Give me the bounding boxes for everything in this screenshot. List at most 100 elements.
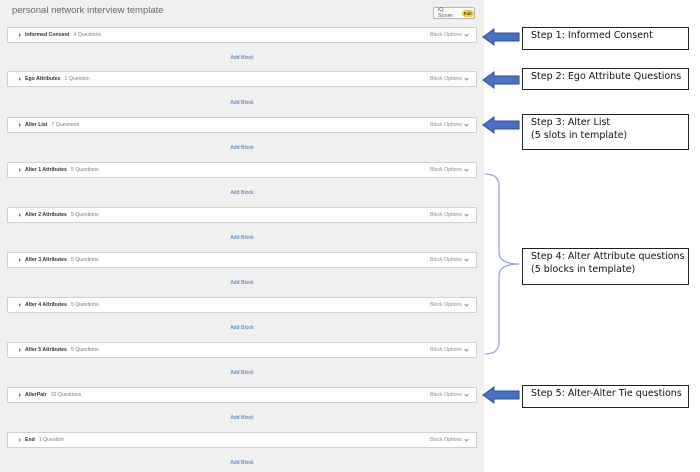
step-2-text: Step 2: Ego Attribute Questions bbox=[531, 71, 682, 82]
chevron-down-icon bbox=[464, 166, 469, 172]
left-arrow-icon bbox=[482, 71, 520, 89]
chevron-down-icon bbox=[464, 346, 469, 352]
block-name: Alter 4 Attributes bbox=[25, 302, 67, 308]
block-options-label: Block Options bbox=[429, 437, 462, 443]
chevron-down-icon bbox=[464, 121, 469, 127]
block-options-button[interactable]: Block Options bbox=[429, 31, 469, 38]
add-block-link[interactable]: Add Block bbox=[0, 190, 484, 196]
step-2-annotation: Step 2: Ego Attribute Questions bbox=[522, 68, 689, 90]
block-name: Alter 3 Attributes bbox=[25, 257, 67, 263]
add-block-link[interactable]: Add Block bbox=[0, 235, 484, 241]
block-question-count: 4 Questions bbox=[73, 32, 102, 38]
expand-caret-icon[interactable] bbox=[19, 33, 21, 37]
block-question-count: 5 Questions bbox=[70, 302, 99, 308]
block-options-button[interactable]: Block Options bbox=[429, 391, 469, 398]
block-options-button[interactable]: Block Options bbox=[429, 346, 469, 353]
chevron-down-icon bbox=[464, 301, 469, 307]
block-question-count: 1 Question bbox=[38, 437, 64, 443]
iq-score-badge[interactable]: iQ Score: Fair bbox=[433, 7, 475, 19]
step-5-text: Step 5: Alter-Alter Tie questions bbox=[531, 388, 682, 399]
expand-caret-icon[interactable] bbox=[19, 258, 21, 262]
block-name: Alter 2 Attributes bbox=[25, 212, 67, 218]
add-block-link[interactable]: Add Block bbox=[0, 280, 484, 286]
chevron-down-icon bbox=[464, 256, 469, 262]
chevron-down-icon bbox=[464, 436, 469, 442]
block-options-button[interactable]: Block Options bbox=[429, 121, 469, 128]
block-options-button[interactable]: Block Options bbox=[429, 75, 469, 82]
block-end[interactable]: End 1 Question Block Options bbox=[7, 432, 477, 448]
step-1-text: Step 1: Informed Consent bbox=[531, 30, 653, 41]
curly-bracket bbox=[484, 173, 520, 355]
survey-builder-panel: personal network interview template iQ S… bbox=[0, 0, 484, 472]
block-alter-list[interactable]: Alter List 7 Questions Block Options bbox=[7, 117, 477, 133]
block-options-button[interactable]: Block Options bbox=[430, 301, 469, 308]
step-5-annotation: Step 5: Alter-Alter Tie questions bbox=[522, 385, 689, 408]
add-block-link[interactable]: Add Block bbox=[0, 55, 484, 61]
left-arrow-icon bbox=[482, 116, 520, 134]
block-ego-attributes[interactable]: Ego Attributes 1 Question Block Options bbox=[7, 71, 477, 87]
block-alter-2-attributes[interactable]: Alter 2 Attributes 5 Questions Block Opt… bbox=[7, 207, 477, 223]
block-question-count: 5 Questions bbox=[70, 212, 99, 218]
add-block-link[interactable]: Add Block bbox=[0, 100, 484, 106]
block-options-label: Block Options bbox=[429, 347, 462, 353]
add-block-link[interactable]: Add Block bbox=[0, 415, 484, 421]
block-alter-5-attributes[interactable]: Alter 5 Attributes 5 Questions Block Opt… bbox=[7, 342, 477, 358]
block-options-label: Block Options bbox=[429, 122, 462, 128]
step-4-subtext: (5 blocks in template) bbox=[531, 263, 636, 275]
block-options-label: Block Options bbox=[429, 257, 462, 263]
block-question-count: 5 Questions bbox=[70, 167, 99, 173]
left-arrow-icon bbox=[482, 28, 520, 46]
block-options-label: Block Options bbox=[429, 212, 462, 218]
block-name: AlterPair bbox=[25, 392, 47, 398]
expand-caret-icon[interactable] bbox=[19, 393, 21, 397]
expand-caret-icon[interactable] bbox=[19, 213, 21, 217]
block-alterpair[interactable]: AlterPair 10 Questions Block Options bbox=[7, 387, 477, 403]
step-4-annotation: Step 4: Alter Attribute questions (5 blo… bbox=[522, 248, 689, 285]
block-name: Alter List bbox=[25, 122, 48, 128]
block-options-button[interactable]: Block Options bbox=[429, 256, 469, 263]
add-block-link[interactable]: Add Block bbox=[0, 460, 484, 466]
step-3-text: Step 3: Alter List bbox=[531, 117, 611, 128]
block-question-count: 1 Question bbox=[64, 76, 90, 82]
chevron-down-icon bbox=[464, 75, 469, 81]
survey-title: personal network interview template bbox=[12, 5, 164, 16]
block-name: Ego Attributes bbox=[25, 76, 61, 82]
add-block-link[interactable]: Add Block bbox=[0, 325, 484, 331]
chevron-down-icon bbox=[464, 391, 469, 397]
add-block-link[interactable]: Add Block bbox=[0, 145, 484, 151]
block-options-button[interactable]: Block Options bbox=[429, 436, 469, 443]
block-options-button[interactable]: Block Options bbox=[429, 166, 469, 173]
block-options-label: Block Options bbox=[429, 167, 462, 173]
block-options-label: Block Options bbox=[429, 392, 462, 398]
block-alter-3-attributes[interactable]: Alter 3 Attributes 5 Questions Block Opt… bbox=[7, 252, 477, 268]
expand-caret-icon[interactable] bbox=[19, 77, 21, 81]
block-question-count: 5 Questions bbox=[70, 257, 99, 263]
block-question-count: 5 Questions bbox=[70, 347, 99, 353]
expand-caret-icon[interactable] bbox=[19, 123, 21, 127]
block-options-label: Block Options bbox=[429, 76, 462, 82]
step-3-annotation: Step 3: Alter List (5 slots in template) bbox=[522, 114, 689, 150]
block-name: Informed Consent bbox=[25, 32, 70, 38]
block-alter-4-attributes[interactable]: Alter 4 Attributes 5 Questions Block Opt… bbox=[7, 297, 477, 313]
iq-score-label: iQ Score: bbox=[438, 7, 454, 19]
chevron-down-icon bbox=[464, 31, 469, 37]
step-4-text: Step 4: Alter Attribute questions bbox=[531, 251, 685, 262]
block-options-button[interactable]: Block Options bbox=[429, 211, 469, 218]
add-block-link[interactable]: Add Block bbox=[0, 370, 484, 376]
block-alter-1-attributes[interactable]: Alter 1 Attributes 5 Questions Block Opt… bbox=[7, 162, 477, 178]
left-arrow-icon bbox=[482, 386, 520, 404]
expand-caret-icon[interactable] bbox=[19, 303, 21, 307]
expand-caret-icon[interactable] bbox=[19, 438, 21, 442]
block-name: Alter 1 Attributes bbox=[25, 167, 67, 173]
block-name: End bbox=[25, 437, 35, 443]
block-question-count: 7 Questions bbox=[51, 122, 80, 128]
chevron-down-icon bbox=[464, 211, 469, 217]
block-question-count: 10 Questions bbox=[50, 392, 82, 398]
block-name: Alter 5 Attributes bbox=[25, 347, 67, 353]
step-1-annotation: Step 1: Informed Consent bbox=[522, 27, 689, 50]
block-options-label: Block Options bbox=[429, 32, 462, 38]
block-informed-consent[interactable]: Informed Consent 4 Questions Block Optio… bbox=[7, 27, 477, 43]
expand-caret-icon[interactable] bbox=[19, 168, 21, 172]
iq-score-value: Fair bbox=[461, 9, 474, 17]
expand-caret-icon[interactable] bbox=[19, 348, 21, 352]
